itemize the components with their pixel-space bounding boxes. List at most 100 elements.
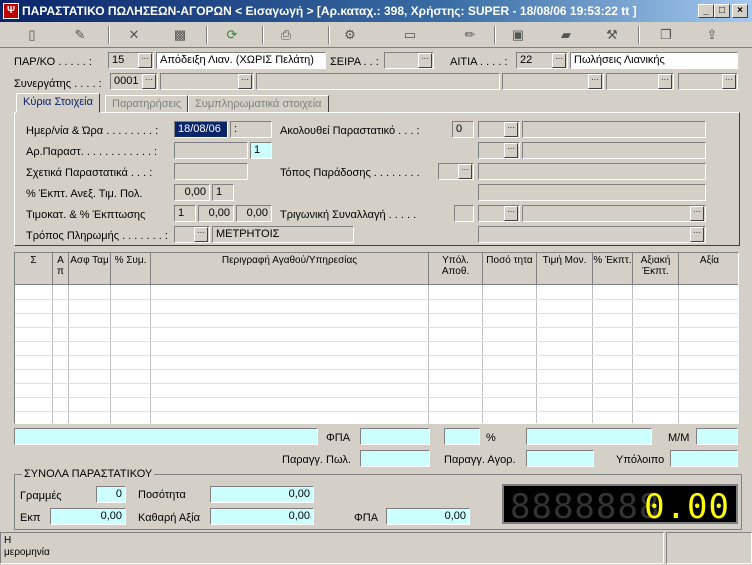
fpa-line-field[interactable]	[360, 428, 430, 445]
synergatis-name-field	[256, 73, 500, 90]
aitia-label: ΑΙΤΙΑ . . . . :	[450, 56, 508, 68]
synergatis-lookup-button-2[interactable]: ···	[238, 74, 252, 89]
parko-lookup-button[interactable]: ···	[138, 53, 152, 68]
parag-pol-label: Παραγγ. Πωλ.	[282, 454, 351, 466]
synergatis-lookup-button[interactable]: ···	[142, 74, 156, 89]
ar-parast-prefix-field[interactable]	[174, 142, 248, 159]
synergatis-lookup-button-4[interactable]: ···	[658, 74, 672, 89]
status-bar-panel	[666, 532, 752, 564]
totals-group-label: ΣΥΝΟΛΑ ΠΑΡΑΣΤΑΤΙΚΟΥ	[22, 468, 155, 480]
parag-pol-field[interactable]	[360, 450, 430, 467]
tab-symplirom-stoixeia[interactable]: Συμπληρωματικά στοιχεία	[188, 95, 329, 113]
close-button[interactable]: ×	[732, 4, 748, 18]
col-header-timi-mon[interactable]: Τιμή Μον.	[537, 253, 593, 285]
trigoniki-lookup-button-2[interactable]: ···	[690, 206, 704, 221]
refresh-icon[interactable]: ⟳	[222, 25, 242, 45]
akolouthei-field[interactable]: 0	[452, 121, 474, 138]
tab-kyria-stoixeia[interactable]: Κύρια Στοιχεία	[16, 93, 100, 113]
total-display: 8888888 0.00	[502, 484, 738, 524]
toolbar: ▯ ✎ ✕ ▩ ⟳ ⎙ ⚙ ▭ ✏ ▣ ▰ ⚒ ❐ ⇪	[0, 22, 752, 48]
ekpt-field[interactable]: 0,00	[174, 184, 210, 201]
timokat-field-3[interactable]: 0,00	[236, 205, 272, 222]
grammes-label: Γραμμές	[20, 490, 62, 502]
col-header-posotita[interactable]: Ποσό τητα	[483, 253, 537, 285]
date-label: Ημερ/νία & Ώρα . . . . . . . . :	[26, 125, 159, 137]
status-bar: Η μερομηνία	[0, 532, 664, 564]
seira-lookup-button[interactable]: ···	[418, 53, 432, 68]
aitia-lookup-button[interactable]: ···	[552, 53, 566, 68]
akolouthei-lookup-button-2[interactable]: ···	[504, 143, 518, 158]
parag-agor-field[interactable]	[526, 450, 594, 467]
topos-lookup-button[interactable]: ···	[458, 164, 472, 179]
synergatis-lookup-button-5[interactable]: ···	[722, 74, 736, 89]
grid-row-line	[15, 397, 738, 398]
payment-extra-lookup-button[interactable]: ···	[690, 227, 704, 242]
fpa-total-field: 0,00	[386, 508, 470, 525]
posotita-field: 0,00	[210, 486, 314, 503]
delete-icon[interactable]: ✕	[124, 25, 144, 45]
maximize-button[interactable]: □	[714, 4, 730, 18]
print-icon[interactable]: ⎙	[276, 25, 296, 45]
toolbar-separator	[328, 26, 330, 44]
date-field[interactable]: 18/08/06	[174, 121, 228, 138]
akolouthei-lookup-button[interactable]: ···	[504, 122, 518, 137]
status-line-1: Η	[4, 535, 12, 546]
col-header-axiaki-ekpt[interactable]: Αξιακή Έκπτ.	[633, 253, 679, 285]
grid-row-line	[15, 369, 738, 370]
col-header-axia[interactable]: Αξία	[679, 253, 738, 285]
col-header-ap[interactable]: Α π	[53, 253, 69, 285]
trigoniki-checkbox[interactable]	[454, 205, 474, 222]
percent-label: %	[486, 432, 496, 444]
minimize-button[interactable]: _	[698, 4, 714, 18]
pencil-icon[interactable]: ✏	[460, 25, 480, 45]
percent-field[interactable]	[444, 428, 480, 445]
chat-icon[interactable]: ▰	[556, 25, 576, 45]
ar-parast-field[interactable]: 1	[250, 142, 272, 159]
timokat-field-2[interactable]: 0,00	[198, 205, 234, 222]
tools-icon[interactable]: ⚒	[602, 25, 622, 45]
kathari-label: Καθαρή Αξία	[138, 512, 200, 524]
akolouthei-description-2	[522, 142, 706, 159]
toolbar-separator	[494, 26, 496, 44]
parko-label: ΠΑΡ/ΚΟ . . . . . :	[14, 56, 92, 68]
aitia-description: Πωλήσεις Λιανικής	[570, 52, 738, 69]
synergatis-lookup-button-3[interactable]: ···	[588, 74, 602, 89]
cancel-icon[interactable]: ▩	[170, 25, 190, 45]
col-header-sym[interactable]: % Συμ.	[111, 253, 151, 285]
sxetika-field[interactable]	[174, 163, 248, 180]
save-icon[interactable]: ▣	[508, 25, 528, 45]
payment-extra-field	[478, 226, 706, 243]
ypoloipo-field[interactable]	[670, 450, 738, 467]
parag-agor-label: Παραγγ. Αγορ.	[444, 454, 516, 466]
grammes-field: 0	[96, 486, 126, 503]
col-header-perigrafi[interactable]: Περιγραφή Αγαθού/Υπηρεσίας	[151, 253, 429, 285]
settings-icon[interactable]: ⚙	[340, 25, 360, 45]
copy-icon[interactable]: ❐	[656, 25, 676, 45]
toolbar-separator	[108, 26, 110, 44]
display-ghost-digits: 8888888	[510, 487, 661, 524]
mm-field[interactable]	[696, 428, 738, 445]
export-icon[interactable]: ⇪	[702, 25, 722, 45]
grid-row-line	[15, 411, 738, 412]
ekpt-field-2[interactable]: 1	[212, 184, 234, 201]
ar-parast-label: Αρ.Παραστ. . . . . . . . . . . . :	[26, 146, 158, 158]
title-bar: Ψ ΠΑΡΑΣΤΑΤΙΚΟ ΠΩΛΗΣΕΩΝ-ΑΓΟΡΩΝ < Εισαγωγή…	[0, 0, 752, 22]
tropos-lookup-button[interactable]: ···	[194, 227, 208, 242]
col-header-ypol-apoth[interactable]: Υπόλ. Αποθ.	[429, 253, 483, 285]
col-header-s[interactable]: Σ	[15, 253, 53, 285]
window-title: ΠΑΡΑΣΤΑΤΙΚΟ ΠΩΛΗΣΕΩΝ-ΑΓΟΡΩΝ < Εισαγωγή >…	[22, 4, 637, 18]
folder-icon[interactable]: ▭	[400, 25, 420, 45]
time-field[interactable]: :	[230, 121, 272, 138]
seira-label: ΣΕΙΡΑ . . :	[330, 56, 379, 68]
trigoniki-lookup-button[interactable]: ···	[504, 206, 518, 221]
edit-icon[interactable]: ✎	[70, 25, 90, 45]
col-header-asf-tam[interactable]: Ασφ Ταμ	[69, 253, 111, 285]
items-grid[interactable]: Σ Α π Ασφ Ταμ % Συμ. Περιγραφή Αγαθού/Υπ…	[14, 252, 739, 424]
new-document-icon[interactable]: ▯	[22, 25, 42, 45]
timokat-field[interactable]: 1	[174, 205, 196, 222]
tab-paratiriseis[interactable]: Παρατηρήσεις	[105, 95, 189, 113]
line-description-field[interactable]	[14, 428, 318, 445]
app-icon[interactable]: Ψ	[3, 3, 19, 19]
col-header-ekpt[interactable]: % Έκπτ.	[593, 253, 633, 285]
line-extra-field[interactable]	[526, 428, 652, 445]
